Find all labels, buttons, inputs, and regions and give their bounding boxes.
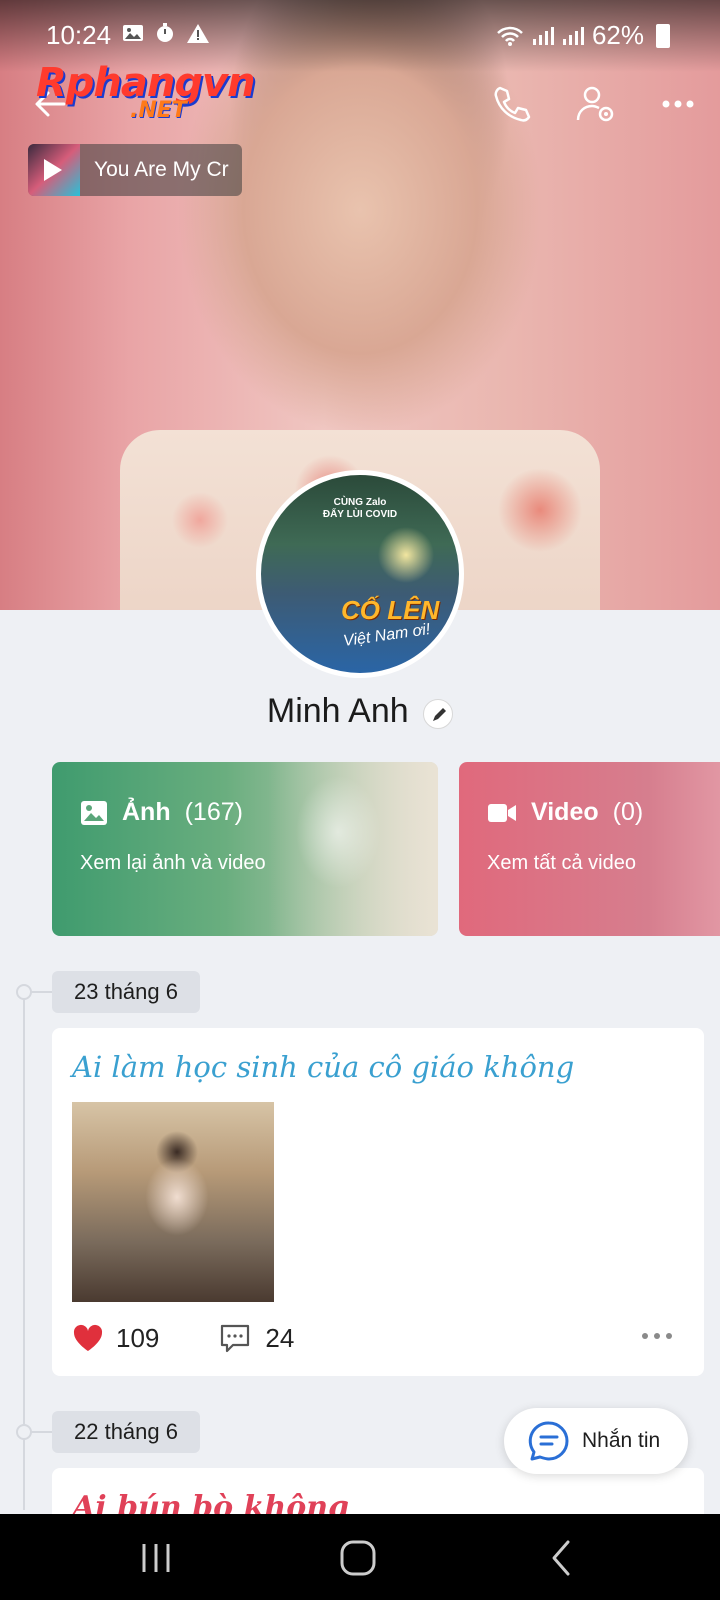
profile-name: Minh Anh xyxy=(266,692,409,730)
signal-icon xyxy=(532,26,554,45)
profile-name-row: Minh Anh xyxy=(0,692,720,733)
music-thumbnail xyxy=(28,144,80,196)
avatar-frame-line2: ĐẨY LÙI COVID xyxy=(322,509,398,520)
videos-card[interactable]: Video (0) Xem tất cả video xyxy=(459,762,720,936)
post-title: Ai làm học sinh của cô giáo không xyxy=(72,1050,575,1084)
recent-apps-button[interactable] xyxy=(134,1536,178,1580)
photos-card[interactable]: Ảnh (167) Xem lại ảnh và video xyxy=(52,762,438,936)
comment-count: 24 xyxy=(265,1322,295,1353)
notification-icons xyxy=(122,22,209,44)
wifi-icon xyxy=(497,26,523,46)
avatar-frame-line1: CÙNG Zalo xyxy=(333,497,387,508)
system-back-button[interactable] xyxy=(540,1536,584,1580)
timeline-connector xyxy=(30,991,54,993)
watermark-logo-sub: .NET xyxy=(130,98,187,123)
videos-count: (0) xyxy=(612,798,644,826)
message-button[interactable]: Nhắn tin xyxy=(504,1408,688,1474)
avatar-frame-caption: CÙNG Zalo ĐẨY LÙI COVID xyxy=(261,497,459,521)
post-more-icon[interactable] xyxy=(640,1324,674,1348)
like-count: 109 xyxy=(116,1322,160,1353)
videos-title: Video xyxy=(531,798,599,826)
timeline-post[interactable]: Ai làm học sinh của cô giáo không 109 24 xyxy=(52,1028,704,1376)
phone-icon xyxy=(494,86,531,122)
videos-subtitle: Xem tất cả video xyxy=(487,852,636,874)
signal-icon-2 xyxy=(562,26,584,45)
photos-card-header: Ảnh (167) xyxy=(80,798,243,827)
photos-title: Ảnh xyxy=(122,798,171,826)
battery-percent: 62% xyxy=(591,20,644,50)
avatar[interactable]: CÙNG Zalo ĐẨY LÙI COVID CỐ LÊN Việt Nam … xyxy=(256,470,464,678)
music-title: You Are My Cr xyxy=(94,158,229,181)
post-actions: 109 24 xyxy=(72,1320,684,1356)
gallery-notification-icon xyxy=(122,22,144,44)
profile-music-chip[interactable]: You Are My Cr xyxy=(28,144,242,196)
call-button[interactable] xyxy=(490,82,534,126)
nav-back-icon xyxy=(552,1540,570,1576)
timer-notification-icon xyxy=(154,22,176,44)
photos-subtitle: Xem lại ảnh và video xyxy=(80,852,266,874)
battery-icon xyxy=(656,23,670,48)
photos-count: (167) xyxy=(184,798,243,826)
home-icon xyxy=(340,1540,376,1576)
video-camera-icon xyxy=(488,803,516,822)
comment-icon[interactable] xyxy=(219,1322,251,1354)
profile-header-actions: Rphangvn .NET xyxy=(0,60,720,132)
timeline-connector xyxy=(30,1431,54,1433)
more-options-button[interactable] xyxy=(658,82,702,126)
user-settings-icon xyxy=(576,86,614,122)
heart-icon[interactable] xyxy=(72,1322,104,1354)
date-chip: 23 tháng 6 xyxy=(52,971,200,1013)
date-chip: 22 tháng 6 xyxy=(52,1411,200,1453)
warning-notification-icon xyxy=(186,22,209,44)
image-icon xyxy=(81,800,107,825)
message-button-label: Nhắn tin xyxy=(582,1429,661,1452)
play-icon xyxy=(44,159,62,181)
edit-icon xyxy=(433,707,447,721)
post-image[interactable] xyxy=(72,1102,274,1302)
more-icon xyxy=(662,100,694,108)
chat-icon xyxy=(528,1421,569,1461)
profile-settings-button[interactable] xyxy=(574,82,618,126)
recent-apps-icon xyxy=(142,1544,170,1572)
system-navigation-bar xyxy=(0,1514,720,1600)
status-time: 10:24 xyxy=(46,20,112,50)
home-button[interactable] xyxy=(336,1536,380,1580)
videos-card-header: Video (0) xyxy=(487,798,643,827)
edit-name-button[interactable] xyxy=(423,698,454,729)
system-status: 62% xyxy=(496,20,670,51)
